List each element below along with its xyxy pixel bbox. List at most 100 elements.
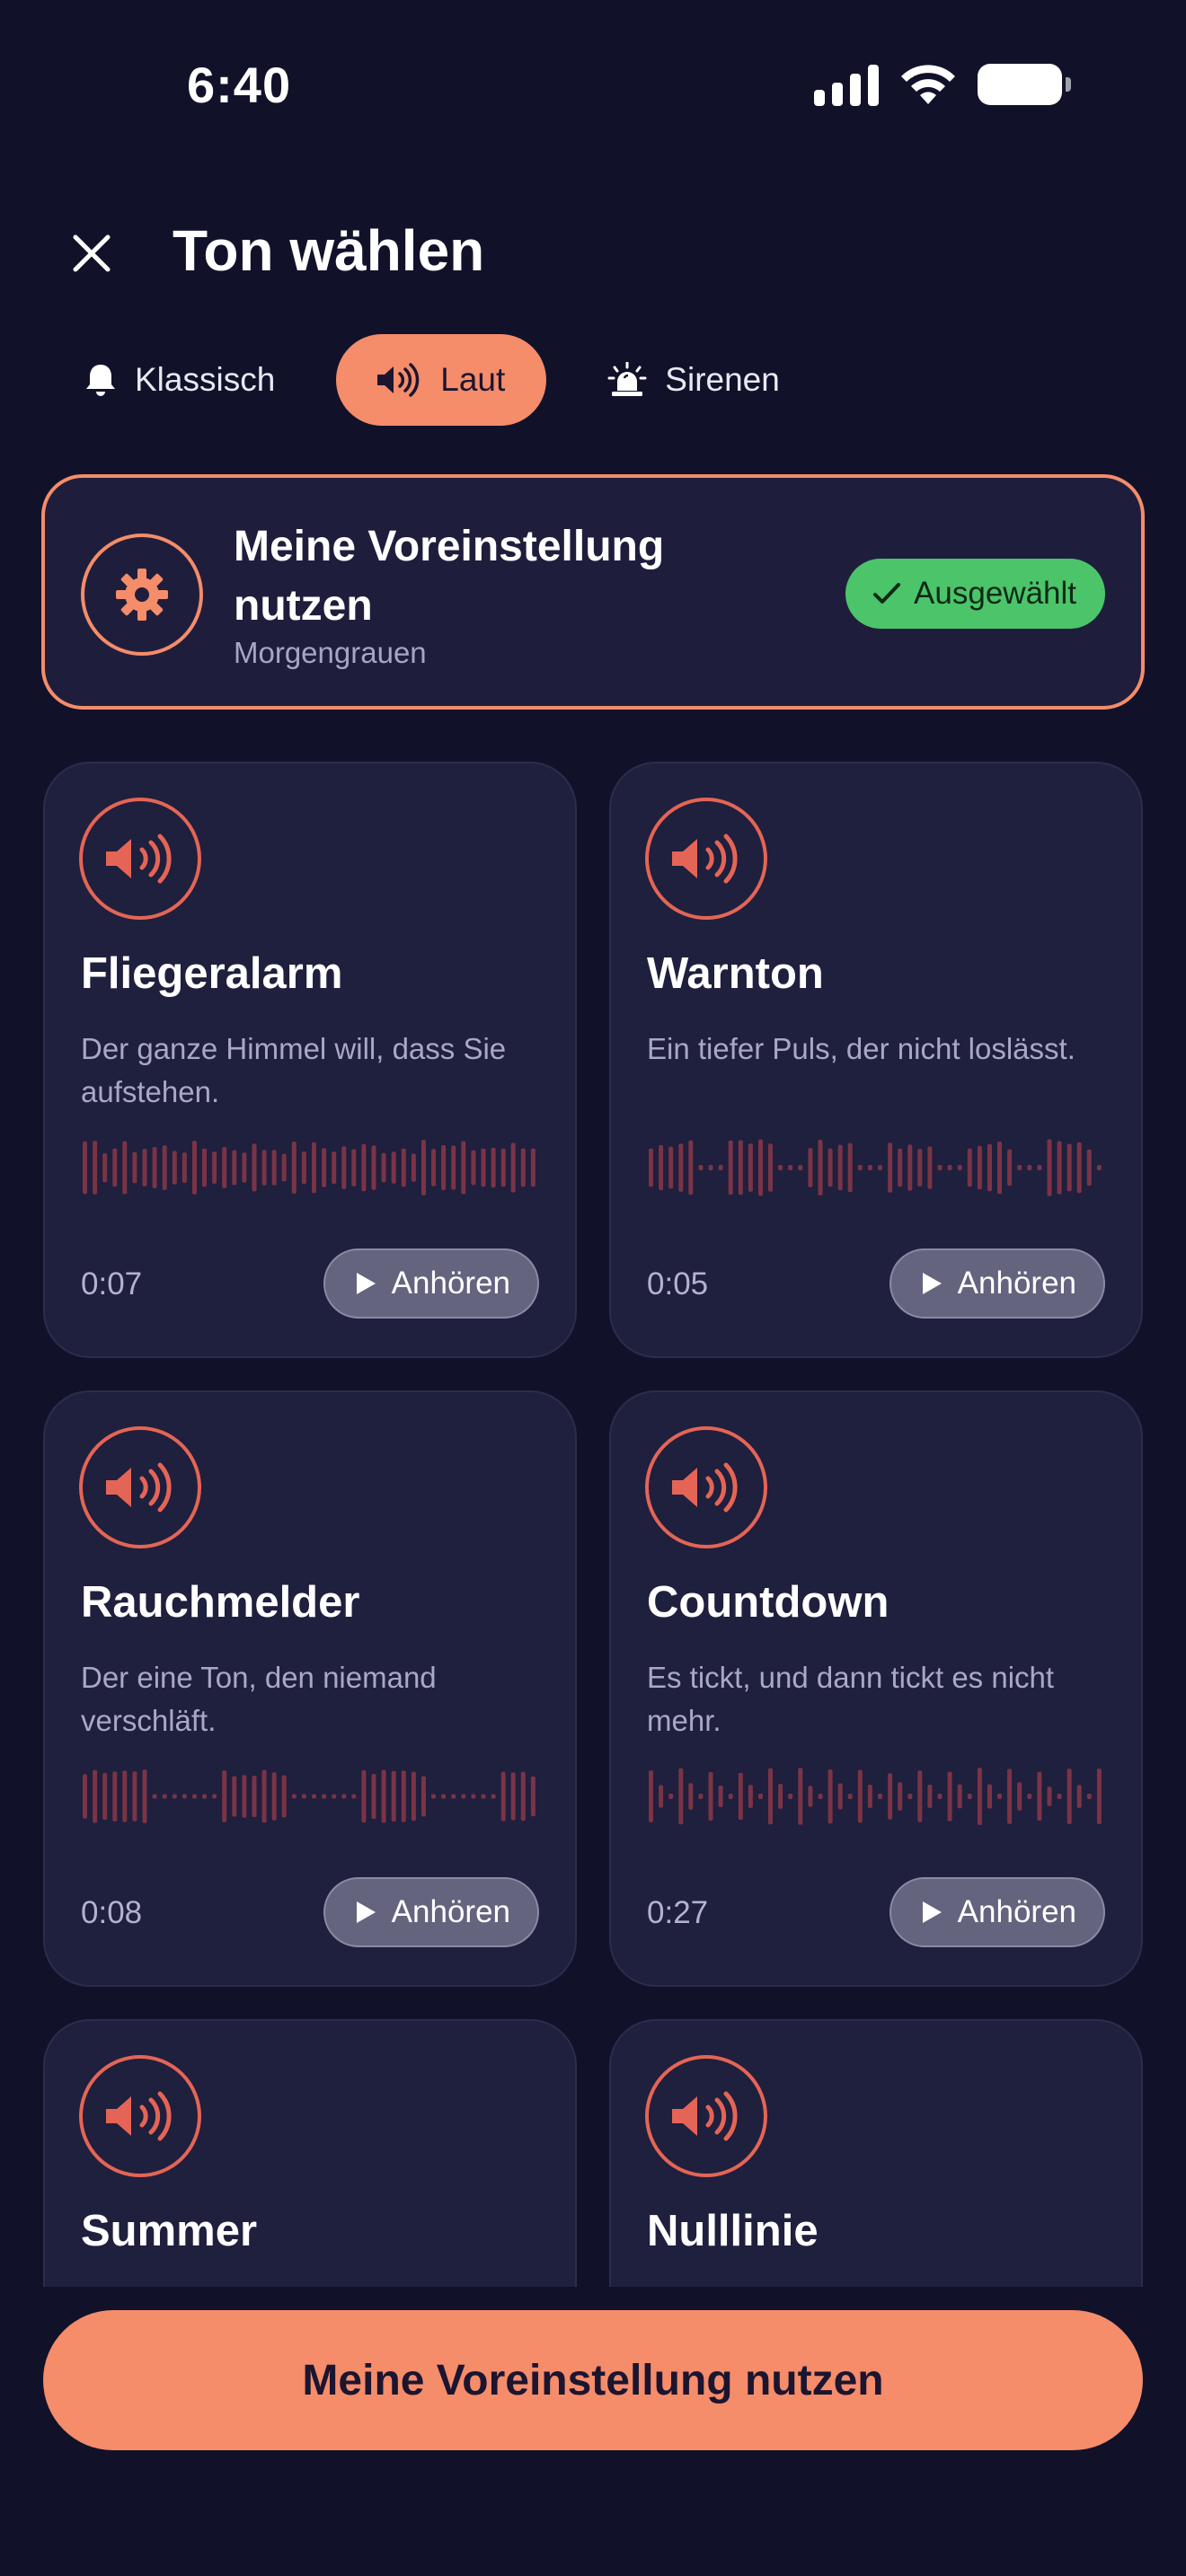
waveform-bar bbox=[391, 1151, 396, 1184]
waveform-bar bbox=[1047, 1139, 1052, 1196]
waveform-bar bbox=[1067, 1143, 1072, 1192]
waveform-bar bbox=[401, 1770, 406, 1822]
page-title: Ton wählen bbox=[173, 218, 485, 283]
waveform-bar bbox=[1067, 1769, 1072, 1824]
waveform-bar bbox=[371, 1774, 376, 1820]
waveform-bar bbox=[132, 1771, 137, 1822]
waveform-bar bbox=[778, 1165, 783, 1170]
header: Ton wählen bbox=[0, 207, 1186, 296]
waveform-bar bbox=[1037, 1771, 1042, 1822]
sound-card[interactable]: Nulllinie bbox=[609, 2019, 1143, 2287]
sound-icon-circle bbox=[645, 798, 767, 920]
waveform-bar bbox=[828, 1769, 833, 1824]
preset-subtitle: Morgengrauen bbox=[234, 636, 427, 669]
waveform-bar bbox=[728, 1140, 733, 1195]
play-icon bbox=[922, 1273, 942, 1294]
waveform-bar bbox=[451, 1145, 456, 1190]
sound-title: Nulllinie bbox=[647, 2207, 819, 2255]
sound-card[interactable]: Fliegeralarm Der ganze Himmel will, dass… bbox=[43, 762, 577, 1358]
waveform-bar bbox=[847, 1794, 853, 1799]
waveform-bar bbox=[1017, 1782, 1022, 1811]
sound-card[interactable]: Countdown Es tickt, und dann tickt es ni… bbox=[609, 1390, 1143, 1987]
waveform-bar bbox=[1007, 1149, 1013, 1187]
waveform-bar bbox=[1086, 1149, 1092, 1187]
wifi-icon bbox=[901, 65, 955, 104]
listen-button[interactable]: Anhören bbox=[323, 1248, 539, 1319]
listen-button[interactable]: Anhören bbox=[889, 1248, 1105, 1319]
waveform-bar bbox=[301, 1151, 306, 1184]
waveform-bar bbox=[967, 1794, 972, 1799]
waveform-bar bbox=[898, 1148, 903, 1187]
waveform-bar bbox=[927, 1785, 933, 1808]
sound-card[interactable]: Warnton Ein tiefer Puls, der nicht loslä… bbox=[609, 762, 1143, 1358]
waveform-bar bbox=[391, 1770, 396, 1822]
tab-laut[interactable]: Laut bbox=[336, 334, 547, 426]
waveform-bar bbox=[768, 1768, 773, 1825]
waveform-bar bbox=[93, 1769, 98, 1823]
waveform-bar bbox=[957, 1784, 962, 1809]
waveform-bar bbox=[242, 1152, 247, 1183]
waveform-bar bbox=[837, 1144, 843, 1191]
waveform-bar bbox=[232, 1150, 237, 1186]
status-bar: 6:40 bbox=[0, 0, 1186, 171]
waveform-bar bbox=[371, 1145, 376, 1190]
listen-button-label: Anhören bbox=[391, 1266, 510, 1301]
waveform-bar bbox=[461, 1141, 466, 1195]
status-time: 6:40 bbox=[187, 57, 292, 113]
sound-duration: 0:07 bbox=[81, 1266, 143, 1301]
waveform-bar bbox=[688, 1140, 694, 1195]
listen-button[interactable]: Anhören bbox=[889, 1877, 1105, 1947]
waveform-bar bbox=[728, 1794, 733, 1799]
preset-option-card[interactable]: Meine Voreinstellung nutzen Morgengrauen… bbox=[41, 474, 1145, 710]
waveform-bar bbox=[451, 1794, 456, 1799]
tab-klassisch[interactable]: Klassisch bbox=[54, 334, 305, 426]
waveform-bar bbox=[252, 1776, 257, 1817]
waveform-bar bbox=[738, 1772, 743, 1821]
waveform-bar bbox=[708, 1771, 713, 1821]
waveform-bar bbox=[530, 1776, 535, 1817]
sound-card[interactable]: Rauchmelder Der eine Ton, den niemand ve… bbox=[43, 1390, 577, 1987]
sound-card[interactable]: Summer bbox=[43, 2019, 577, 2287]
waveform-bar bbox=[798, 1768, 803, 1825]
waveform-bar bbox=[937, 1165, 943, 1170]
waveform-bar bbox=[102, 1152, 108, 1183]
speaker-loud-icon bbox=[106, 1462, 172, 1513]
tab-sirenen[interactable]: Sirenen bbox=[577, 334, 810, 426]
waveform-bar bbox=[1096, 1769, 1102, 1824]
waveform-bar bbox=[212, 1794, 217, 1799]
waveform-bar bbox=[112, 1148, 118, 1187]
waveform-bar bbox=[867, 1165, 872, 1170]
speaker-loud-icon bbox=[106, 834, 172, 884]
waveform-bar bbox=[888, 1142, 893, 1193]
waveform-bar bbox=[520, 1771, 526, 1822]
waveform-bar bbox=[857, 1165, 863, 1170]
waveform-bar bbox=[1096, 1165, 1102, 1170]
listen-button[interactable]: Anhören bbox=[323, 1877, 539, 1947]
waveform-bar bbox=[1027, 1794, 1032, 1799]
waveform-bar bbox=[102, 1773, 108, 1820]
waveform bbox=[83, 1140, 535, 1195]
waveform-bar bbox=[322, 1148, 327, 1187]
tab-label: Klassisch bbox=[135, 361, 276, 398]
sound-icon-circle bbox=[79, 1426, 201, 1548]
waveform-bar bbox=[947, 1165, 952, 1170]
sound-duration: 0:05 bbox=[647, 1266, 709, 1301]
waveform-bar bbox=[172, 1794, 177, 1799]
waveform-bar bbox=[491, 1794, 496, 1799]
waveform-bar bbox=[152, 1147, 157, 1188]
waveform-bar bbox=[888, 1773, 893, 1820]
waveform-bar bbox=[162, 1145, 167, 1190]
waveform-bar bbox=[659, 1785, 664, 1808]
waveform-bar bbox=[500, 1771, 506, 1822]
waveform-bar bbox=[857, 1769, 863, 1823]
waveform-bar bbox=[957, 1165, 962, 1170]
waveform-bar bbox=[500, 1148, 506, 1187]
waveform-bar bbox=[421, 1140, 426, 1195]
waveform-bar bbox=[668, 1794, 674, 1799]
sound-icon-circle bbox=[645, 1426, 767, 1548]
waveform-bar bbox=[301, 1794, 306, 1799]
waveform-bar bbox=[312, 1142, 316, 1194]
use-preset-button[interactable]: Meine Voreinstellung nutzen bbox=[43, 2310, 1143, 2450]
close-button[interactable] bbox=[63, 225, 120, 282]
waveform-bar bbox=[649, 1770, 653, 1822]
